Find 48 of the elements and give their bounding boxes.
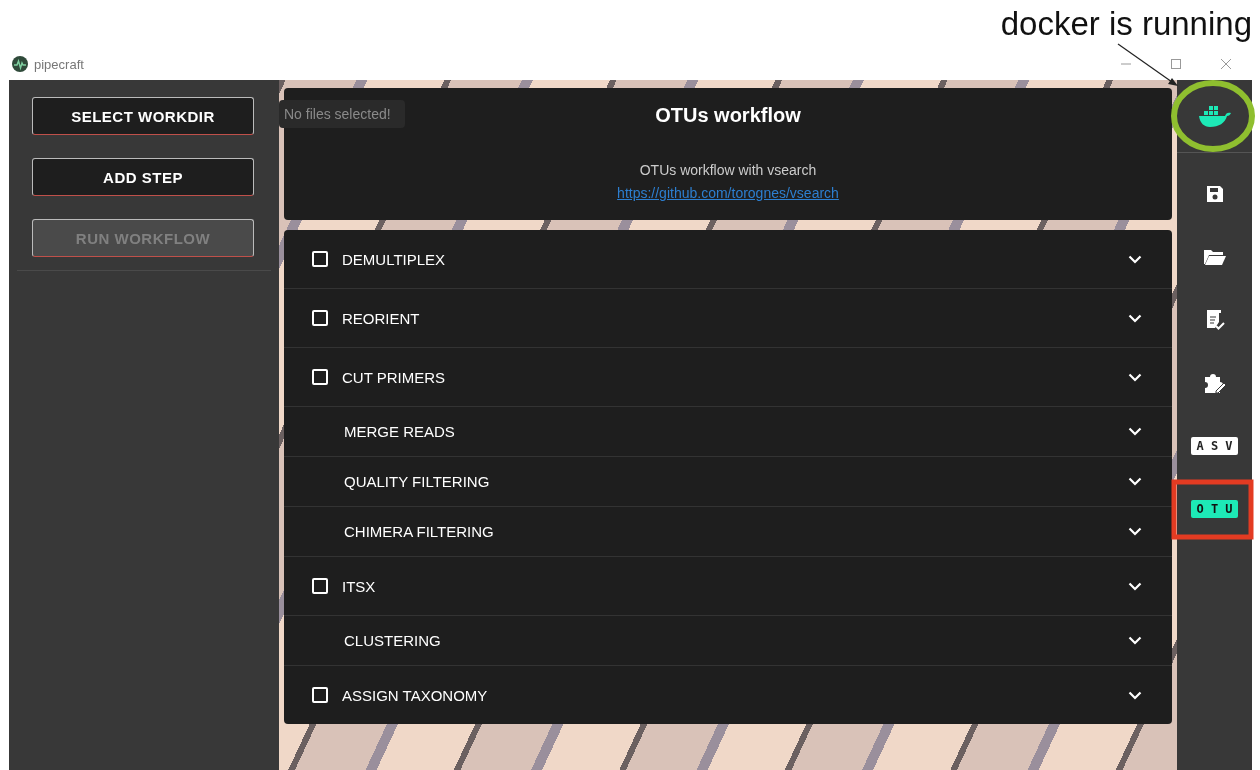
step-row[interactable]: MERGE READS — [284, 406, 1172, 456]
step-row[interactable]: ITSX — [284, 556, 1172, 615]
chevron-down-icon[interactable] — [1128, 636, 1142, 645]
chevron-down-icon[interactable] — [1128, 254, 1142, 264]
chevron-down-icon[interactable] — [1128, 313, 1142, 323]
step-checkbox[interactable] — [312, 369, 328, 385]
step-label: CHIMERA FILTERING — [344, 523, 495, 540]
workflow-link[interactable]: https://github.com/torognes/vsearch — [617, 185, 839, 201]
chevron-down-icon[interactable] — [1128, 581, 1142, 591]
step-row[interactable]: CLUSTERING — [284, 615, 1172, 665]
workflow-badge[interactable]: A S V — [1191, 436, 1238, 455]
app-logo-icon — [12, 56, 28, 72]
step-row[interactable]: DEMULTIPLEX — [284, 230, 1172, 288]
step-label: ITSX — [342, 577, 377, 595]
step-label: REORIENT — [342, 309, 421, 327]
close-icon[interactable] — [1220, 58, 1232, 70]
step-checkbox[interactable] — [312, 687, 328, 703]
step-checkbox[interactable] — [312, 578, 328, 594]
step-label: CUT PRIMERS — [342, 368, 447, 386]
step-row[interactable]: CHIMERA FILTERING — [284, 506, 1172, 556]
workflow-title: OTUs workflow — [655, 104, 801, 127]
sidebar-button[interactable]: ADD STEP — [32, 158, 254, 196]
window-title: pipecraft — [34, 56, 84, 72]
chevron-down-icon[interactable] — [1128, 477, 1142, 486]
step-checkbox[interactable] — [312, 251, 328, 267]
files-notice: No files selected! — [279, 100, 405, 128]
workflow-badge[interactable]: O T U — [1191, 499, 1238, 518]
step-label: MERGE READS — [344, 423, 456, 440]
step-row[interactable]: QUALITY FILTERING — [284, 456, 1172, 506]
chevron-down-icon[interactable] — [1128, 372, 1142, 382]
step-row[interactable]: CUT PRIMERS — [284, 347, 1172, 406]
whale-icon[interactable] — [1197, 104, 1232, 128]
annotation-arrow — [1117, 43, 1178, 86]
chevron-down-icon[interactable] — [1128, 690, 1142, 700]
step-row[interactable]: ASSIGN TAXONOMY — [284, 665, 1172, 724]
save-icon[interactable] — [1204, 183, 1225, 204]
step-label: CLUSTERING — [344, 632, 442, 649]
step-row[interactable]: REORIENT — [284, 288, 1172, 347]
maximize-icon[interactable] — [1170, 58, 1182, 70]
chevron-down-icon[interactable] — [1128, 527, 1142, 536]
step-label: ASSIGN TAXONOMY — [342, 686, 489, 704]
annotation-text: docker is running — [1000, 5, 1252, 43]
step-checkbox[interactable] — [312, 310, 328, 326]
sidebar-button[interactable]: SELECT WORKDIR — [32, 97, 254, 135]
workflow-description: OTUs workflow with vsearch — [639, 162, 817, 178]
step-label: DEMULTIPLEX — [342, 250, 447, 268]
step-label: QUALITY FILTERING — [344, 473, 491, 490]
chevron-down-icon[interactable] — [1128, 427, 1142, 436]
